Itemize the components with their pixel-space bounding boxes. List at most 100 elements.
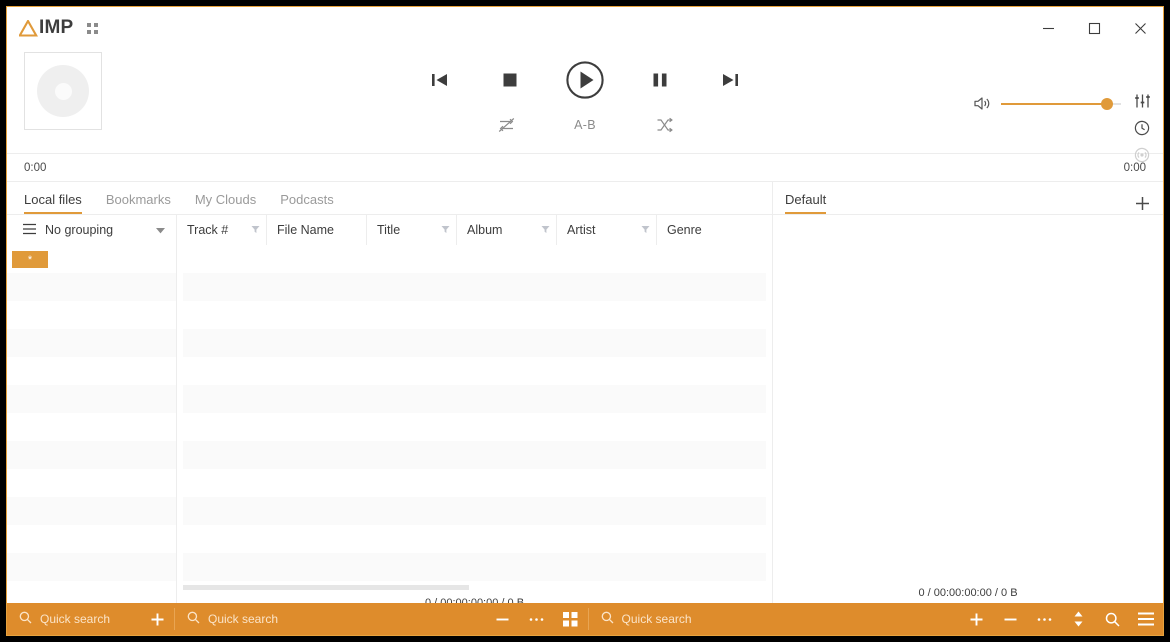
filter-icon[interactable] [541,223,550,237]
app-logo-text: IMP [39,17,74,38]
shuffle-button[interactable] [649,112,679,138]
library-search-placeholder: Quick search [208,612,279,626]
tree-row[interactable] [7,413,176,441]
scrollbar-thumb[interactable] [183,584,469,590]
column-header-artist[interactable]: Artist [557,215,657,245]
minimize-button[interactable] [1025,7,1071,49]
tab-podcasts[interactable]: Podcasts [280,192,333,214]
table-row[interactable] [183,385,766,413]
tree-row[interactable] [7,525,176,553]
horizontal-scrollbar[interactable] [177,581,772,593]
app-menu-grid-icon[interactable] [87,22,99,34]
tree-row[interactable] [7,357,176,385]
tab-default-playlist[interactable]: Default [785,192,827,214]
table-row[interactable] [183,497,766,525]
column-header-track[interactable]: Track # [177,215,267,245]
next-track-button[interactable] [713,63,747,97]
column-header-file-name[interactable]: File Name [267,215,367,245]
main-body: No grouping Track # File Name Title Album Ar… [7,215,1163,603]
maximize-button[interactable] [1071,7,1117,49]
column-header-label: File Name [277,223,334,237]
close-button[interactable] [1117,7,1163,49]
column-header-label: Album [467,223,503,237]
play-button[interactable] [563,58,607,102]
table-row[interactable] [183,329,766,357]
playlist-more-button[interactable] [1027,603,1061,635]
equalizer-icon[interactable] [1134,93,1151,109]
ab-repeat-button[interactable]: A-B [570,112,600,138]
tree-row[interactable] [7,553,176,581]
playlist-add-button[interactable] [959,603,993,635]
filter-icon[interactable] [441,223,450,237]
previous-track-button[interactable] [423,63,457,97]
table-row[interactable] [183,553,766,581]
volume-icon[interactable] [973,95,992,112]
playlist-sort-button[interactable] [1061,603,1095,635]
search-icon [19,611,32,627]
player-area: A-B [7,49,1163,163]
playlist-tabs: Default [773,182,1163,214]
stop-button[interactable] [493,63,527,97]
table-row[interactable] [183,273,766,301]
column-header-title[interactable]: Title [367,215,457,245]
tab-bar: Local files Bookmarks My Clouds Podcasts… [7,182,1163,215]
playlist-content[interactable] [773,215,1163,583]
tree-row[interactable] [7,441,176,469]
track-list[interactable]: 0 / 00:00:00:00 / 0 B [177,245,772,603]
filter-icon[interactable] [641,223,650,237]
table-row[interactable] [183,301,766,329]
tree-search-input[interactable]: Quick search [7,603,140,635]
repeat-button[interactable] [491,112,521,138]
playlist-menu-button[interactable] [1129,603,1163,635]
chevron-down-icon [156,223,165,237]
library-remove-button[interactable] [486,603,520,635]
title-bar: IMP [7,7,1163,49]
grouping-selector[interactable]: No grouping [7,215,177,245]
clock-icon[interactable] [1134,120,1150,136]
tab-local-files[interactable]: Local files [24,192,82,214]
tree-row[interactable] [7,329,176,357]
column-header-album[interactable]: Album [457,215,557,245]
aimp-triangle-icon [19,19,38,37]
library-content: * 0 / 00:00:00:00 / 0 B [7,245,772,603]
playlist-search-input[interactable]: Quick search [589,603,764,635]
volume-knob[interactable] [1100,98,1113,110]
secondary-controls: A-B [491,112,679,138]
filter-icon[interactable] [251,223,260,237]
table-row[interactable] [183,245,766,273]
library-header: No grouping Track # File Name Title Album Ar… [7,215,772,245]
library-more-button[interactable] [520,603,554,635]
volume-slider[interactable] [1001,95,1121,113]
tree-row[interactable] [7,301,176,329]
playlist-remove-button[interactable] [993,603,1027,635]
table-row[interactable] [183,441,766,469]
add-playlist-button[interactable] [1134,195,1151,214]
tree-add-button[interactable] [140,603,174,635]
column-header-label: Artist [567,223,596,237]
library-view-button[interactable] [554,603,588,635]
tree-row[interactable] [7,497,176,525]
tree-row[interactable] [7,385,176,413]
primary-controls [423,58,747,102]
library-status: 0 / 00:00:00:00 / 0 B [424,597,525,603]
player-tool-column [1121,49,1163,163]
album-art[interactable] [24,52,102,130]
library-tree[interactable]: * [7,245,177,603]
column-header-genre[interactable]: Genre [657,215,772,245]
tab-my-clouds[interactable]: My Clouds [195,192,256,214]
tab-bookmarks[interactable]: Bookmarks [106,192,171,214]
tree-selected-item[interactable]: * [12,251,48,268]
seek-bar[interactable]: 0:00 0:00 [7,154,1163,182]
tree-row[interactable] [7,273,176,301]
tree-row[interactable] [7,469,176,497]
bottom-bar: Quick search Quick search Quick search [7,603,1163,635]
time-remaining: 0:00 [1123,161,1146,174]
table-row[interactable] [183,525,766,553]
pause-button[interactable] [643,63,677,97]
library-search-input[interactable]: Quick search [175,603,486,635]
table-row[interactable] [183,357,766,385]
table-row[interactable] [183,413,766,441]
playlist-search-button[interactable] [1095,603,1129,635]
table-row[interactable] [183,469,766,497]
